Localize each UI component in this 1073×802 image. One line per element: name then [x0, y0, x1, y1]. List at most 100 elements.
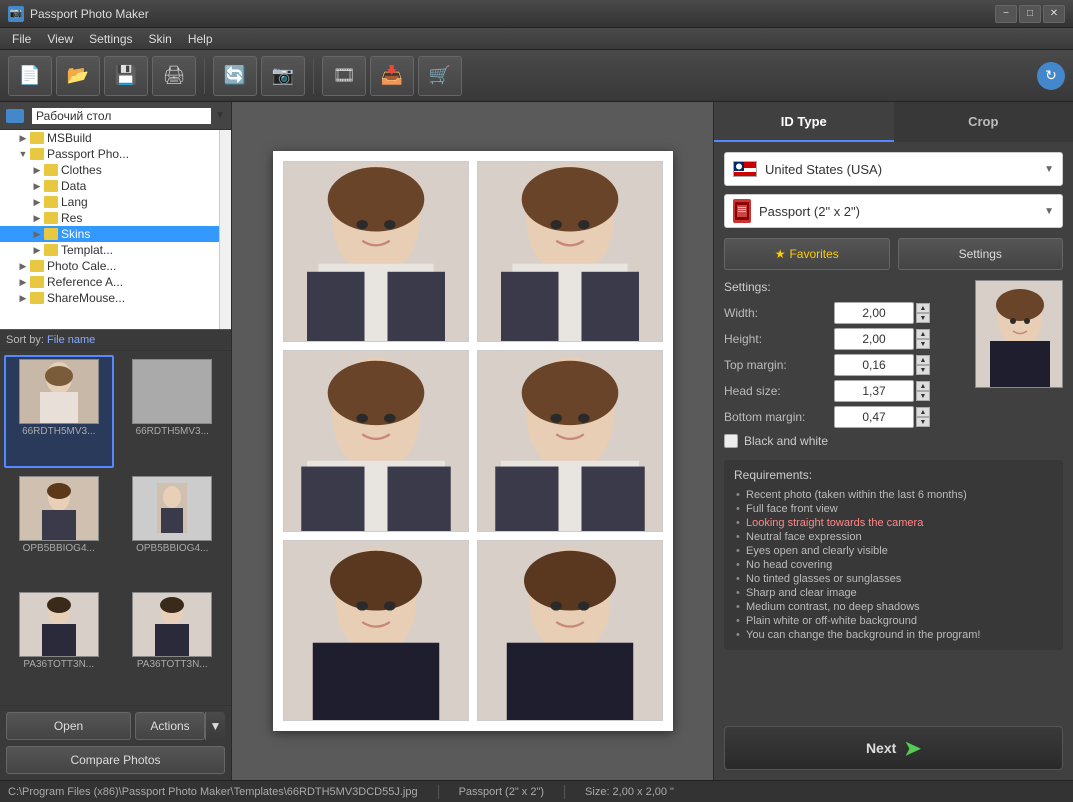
status-doc-type: Passport (2" x 2") [459, 786, 544, 798]
height-up[interactable]: ▲ [916, 329, 930, 339]
toolbar-print[interactable]: 🖨 [152, 56, 196, 96]
compare-photos-button[interactable]: Compare Photos [6, 746, 225, 774]
toolbar-save[interactable]: 💾 [104, 56, 148, 96]
tab-id-type[interactable]: ID Type [714, 102, 894, 142]
tree-expander3[interactable]: ▶ [30, 163, 44, 177]
tree-item-data[interactable]: ▶ Data [0, 178, 231, 194]
tree-item-passport[interactable]: ▼ Passport Pho... [0, 146, 231, 162]
requirements-list: Recent photo (taken within the last 6 mo… [734, 488, 1053, 642]
actions-button[interactable]: Actions [135, 712, 205, 740]
tree-expander2[interactable]: ▼ [16, 147, 30, 161]
toolbar-open[interactable]: 📂 [56, 56, 100, 96]
head-size-up[interactable]: ▲ [916, 381, 930, 391]
next-arrow-icon: ➤ [904, 736, 921, 761]
compare-photos-area: Compare Photos [0, 746, 231, 780]
width-input[interactable]: 2,00 [834, 302, 914, 324]
toolbar-film[interactable]: 🎞 [322, 56, 366, 96]
photo-cell-1 [283, 161, 469, 342]
top-margin-label: Top margin: [724, 358, 834, 372]
passport-select[interactable]: Passport (2" x 2") ▼ [724, 194, 1063, 228]
tree-item-sharemouse[interactable]: ▶ ShareMouse... [0, 290, 231, 306]
status-path: C:\Program Files (x86)\Passport Photo Ma… [8, 786, 418, 798]
menu-help[interactable]: Help [180, 30, 221, 48]
passport-dropdown-arrow[interactable]: ▼ [1044, 206, 1054, 217]
tree-item-photo-cale[interactable]: ▶ Photo Cale... [0, 258, 231, 274]
maximize-button[interactable]: □ [1019, 5, 1041, 23]
width-spinners: ▲ ▼ [916, 303, 930, 323]
toolbar-camera[interactable]: 📷 [261, 56, 305, 96]
center-area [232, 102, 713, 780]
toolbar-refresh[interactable]: ↻ [1037, 62, 1065, 90]
folder-arrow[interactable]: ▼ [215, 110, 225, 121]
country-select[interactable]: United States (USA) ▼ [724, 152, 1063, 186]
height-input[interactable]: 2,00 [834, 328, 914, 350]
bottom-margin-up[interactable]: ▲ [916, 407, 930, 417]
menu-skin[interactable]: Skin [141, 30, 180, 48]
thumb-img-5 [19, 592, 99, 657]
head-size-spinners: ▲ ▼ [916, 381, 930, 401]
settings-button[interactable]: Settings [898, 238, 1064, 270]
settings-row-bottom-margin: Bottom margin: 0,47 ▲ ▼ [724, 404, 1063, 430]
open-button[interactable]: Open [6, 712, 131, 740]
thumb-label-1: 66RDTH5MV3... [22, 426, 95, 437]
req-item-3: Neutral face expression [734, 530, 1053, 544]
menu-view[interactable]: View [39, 30, 81, 48]
top-margin-up[interactable]: ▲ [916, 355, 930, 365]
toolbar-export[interactable]: 🔄 [213, 56, 257, 96]
toolbar-sep2 [313, 58, 314, 94]
folder-selector[interactable]: Рабочий стол ▼ [0, 102, 231, 130]
folder-tree[interactable]: ▶ MSBuild ▼ Passport Pho... ▶ Clothes ▶ [0, 130, 231, 330]
bottom-margin-input[interactable]: 0,47 [834, 406, 914, 428]
head-size-input[interactable]: 1,37 [834, 380, 914, 402]
tree-item-templates[interactable]: ▶ Templat... [0, 242, 231, 258]
next-button[interactable]: Next ➤ [724, 726, 1063, 770]
thumbnail-6[interactable]: PA36TOTT3N... [118, 588, 228, 701]
height-down[interactable]: ▼ [916, 339, 930, 349]
thumb-label-5: PA36TOTT3N... [23, 659, 94, 670]
sort-link[interactable]: File name [47, 334, 95, 346]
app-title: Passport Photo Maker [30, 7, 995, 21]
tree-item-msbuild[interactable]: ▶ MSBuild [0, 130, 231, 146]
toolbar-cart[interactable]: 🛒 [418, 56, 462, 96]
tree-item-lang[interactable]: ▶ Lang [0, 194, 231, 210]
tree-item-skins[interactable]: ▶ Skins [0, 226, 231, 242]
thumbnail-4[interactable]: OPB5BBIOG4... [118, 472, 228, 585]
favorites-button[interactable]: ★ Favorites [724, 238, 890, 270]
thumbnail-3[interactable]: OPB5BBIOG4... [4, 472, 114, 585]
thumb-img-2 [132, 359, 212, 424]
top-margin-spinners: ▲ ▼ [916, 355, 930, 375]
thumbnail-1[interactable]: 66RDTH5MV3... [4, 355, 114, 468]
main-layout: Рабочий стол ▼ ▶ MSBuild ▼ Passport Pho.… [0, 102, 1073, 780]
thumb-label-3: OPB5BBIOG4... [23, 543, 95, 554]
photo-sheet [273, 151, 673, 731]
toolbar-import[interactable]: 📥 [370, 56, 414, 96]
tree-item-res[interactable]: ▶ Res [0, 210, 231, 226]
actions-dropdown-arrow[interactable]: ▼ [205, 712, 225, 740]
thumbnail-5[interactable]: PA36TOTT3N... [4, 588, 114, 701]
bottom-margin-down[interactable]: ▼ [916, 417, 930, 427]
tree-item-reference[interactable]: ▶ Reference A... [0, 274, 231, 290]
thumbnail-2[interactable]: 66RDTH5MV3... [118, 355, 228, 468]
req-item-1: Full face front view [734, 502, 1053, 516]
country-flag [733, 161, 757, 177]
tree-item-clothes[interactable]: ▶ Clothes [0, 162, 231, 178]
tab-crop[interactable]: Crop [894, 102, 1073, 142]
bw-checkbox[interactable] [724, 434, 738, 448]
tree-expander[interactable]: ▶ [16, 131, 30, 145]
width-down[interactable]: ▼ [916, 313, 930, 323]
folder-label: Рабочий стол [32, 108, 211, 124]
close-button[interactable]: ✕ [1043, 5, 1065, 23]
bw-checkbox-row: Black and white [724, 434, 1063, 448]
toolbar-new[interactable]: 📄 [8, 56, 52, 96]
top-margin-input[interactable]: 0,16 [834, 354, 914, 376]
star-icon: ★ [775, 247, 786, 261]
menu-settings[interactable]: Settings [81, 30, 140, 48]
req-item-4: Eyes open and clearly visible [734, 544, 1053, 558]
minimize-button[interactable]: − [995, 5, 1017, 23]
head-size-down[interactable]: ▼ [916, 391, 930, 401]
country-dropdown-arrow[interactable]: ▼ [1044, 164, 1054, 175]
tab-bar: ID Type Crop [714, 102, 1073, 142]
top-margin-down[interactable]: ▼ [916, 365, 930, 375]
menu-file[interactable]: File [4, 30, 39, 48]
width-up[interactable]: ▲ [916, 303, 930, 313]
